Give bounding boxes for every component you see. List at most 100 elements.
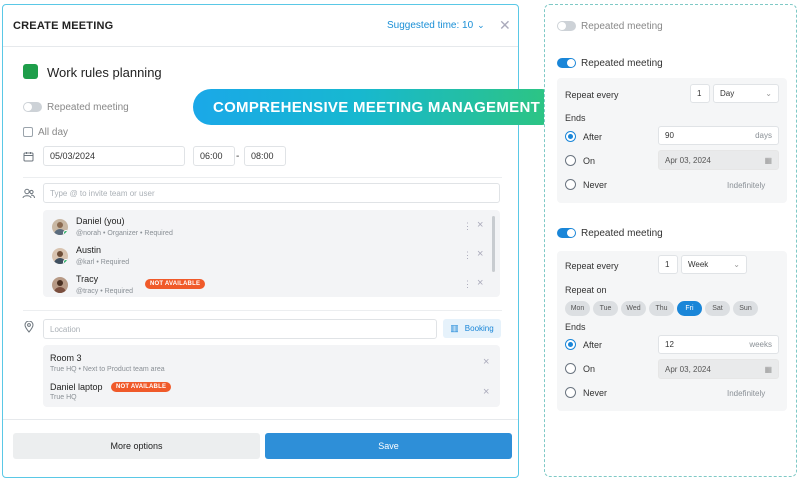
day-toggle-thu[interactable]: Thu: [649, 301, 674, 316]
start-time-field[interactable]: 06:00: [193, 146, 235, 166]
feature-banner: COMPREHENSIVE MEETING MANAGEMENT: [193, 89, 560, 125]
resource-list: Room 3 True HQ • Next to Product team ar…: [43, 345, 500, 407]
on-label: On: [583, 156, 596, 166]
ends-on-radio[interactable]: [565, 155, 576, 166]
more-options-button[interactable]: More options: [13, 433, 260, 459]
resource-name: Room 3: [50, 353, 82, 363]
remove-attendee-icon[interactable]: ×: [477, 248, 483, 260]
all-day-checkbox[interactable]: [23, 127, 33, 137]
repeat-unit-select[interactable]: Day ⌄: [713, 84, 779, 103]
accepted-check-icon: [63, 230, 68, 235]
ends-after-radio[interactable]: [565, 339, 576, 350]
weekly-repeat-card: Repeat every 1 Week ⌄ Repeat on: [557, 251, 787, 411]
attendee-row[interactable]: Tracy NOT AVAILABLE @tracy • Required ⋮ …: [43, 273, 500, 301]
resource-details: True HQ • Next to Product team area: [50, 366, 165, 373]
day-toggle-wed[interactable]: Wed: [621, 301, 646, 316]
attendee-row[interactable]: Austin @karl • Required ⋮ ×: [43, 244, 500, 272]
repeated-meeting-label: Repeated meeting: [47, 102, 129, 113]
time-separator: -: [236, 151, 240, 162]
repeated-meeting-toggle-off[interactable]: [557, 21, 576, 31]
footer-divider: [3, 419, 518, 420]
create-meeting-dialog: CREATE MEETING Suggested time: 10 ⌄ ✕ Wor…: [2, 4, 519, 478]
attendee-name: Austin: [76, 245, 102, 255]
repeated-meeting-toggle[interactable]: [23, 102, 42, 112]
after-count-field[interactable]: 12 weeks: [658, 335, 779, 354]
repeat-unit-select[interactable]: Week ⌄: [681, 255, 747, 274]
day-toggle-sun[interactable]: Sun: [733, 301, 758, 316]
ends-never-radio[interactable]: [565, 387, 576, 398]
meeting-title[interactable]: Work rules planning: [47, 65, 162, 80]
after-label: After: [583, 132, 603, 142]
after-unit: weeks: [749, 340, 772, 349]
chevron-down-icon: ⌄: [765, 89, 772, 98]
ends-after-radio[interactable]: [565, 131, 576, 142]
day-toggle-sat[interactable]: Sat: [705, 301, 730, 316]
avatar: [52, 277, 68, 293]
attendee-details: @tracy • Required: [76, 288, 134, 295]
ends-label: Ends: [565, 113, 586, 123]
never-label: Never: [583, 180, 608, 190]
repeated-meeting-label: Repeated meeting: [581, 21, 663, 32]
booking-label: Booking: [464, 324, 494, 333]
repeated-meeting-label: Repeated meeting: [581, 58, 663, 69]
save-button[interactable]: Save: [265, 433, 512, 459]
calendar-icon: ▦: [764, 364, 772, 374]
attendee-details: @norah • Organizer • Required: [76, 230, 173, 237]
accepted-check-icon: [63, 259, 68, 264]
repeat-count-value: 1: [665, 260, 670, 269]
ends-never-radio[interactable]: [565, 179, 576, 190]
repeated-meeting-label: Repeated meeting: [581, 228, 663, 239]
suggested-time-dropdown[interactable]: Suggested time: 10 ⌄: [387, 20, 485, 31]
remove-resource-icon[interactable]: ×: [483, 356, 489, 368]
after-count-value: 90: [665, 131, 674, 140]
attendee-scrollbar[interactable]: [492, 216, 495, 272]
indefinitely-label: Indefinitely: [727, 181, 766, 190]
day-toggle-tue[interactable]: Tue: [593, 301, 618, 316]
repeated-meeting-toggle-on[interactable]: [557, 58, 576, 68]
not-available-badge: NOT AVAILABLE: [145, 279, 206, 289]
day-toggle-mon[interactable]: Mon: [565, 301, 590, 316]
attendee-row[interactable]: Daniel (you) @norah • Organizer • Requir…: [43, 215, 500, 243]
daily-repeat-card: Repeat every 1 Day ⌄ Ends After 90 days On…: [557, 78, 787, 203]
repeat-count-value: 1: [697, 89, 702, 98]
after-count-value: 12: [665, 340, 674, 349]
more-options-icon[interactable]: ⋮: [463, 250, 472, 261]
location-input[interactable]: Location: [43, 319, 437, 339]
meeting-color-swatch[interactable]: [23, 64, 38, 79]
people-icon: [22, 188, 35, 202]
booking-button[interactable]: ▥ Booking: [443, 319, 501, 338]
invite-input[interactable]: Type @ to invite team or user: [43, 183, 500, 203]
day-toggle-fri[interactable]: Fri: [677, 301, 702, 316]
on-label: On: [583, 364, 596, 374]
avatar: [52, 248, 68, 264]
not-available-badge: NOT AVAILABLE: [111, 382, 172, 392]
attendee-name: Tracy: [76, 274, 99, 284]
ends-label: Ends: [565, 322, 586, 332]
repeat-on-label: Repeat on: [565, 285, 607, 295]
chevron-down-icon: ⌄: [477, 20, 485, 30]
avatar: [52, 219, 68, 235]
repeat-count-field[interactable]: 1: [658, 255, 678, 274]
calendar-icon: ▦: [764, 155, 772, 165]
remove-attendee-icon[interactable]: ×: [477, 277, 483, 289]
repeat-count-field[interactable]: 1: [690, 84, 710, 103]
after-label: After: [583, 340, 603, 350]
after-unit: days: [755, 131, 772, 140]
end-date-value: Apr 03, 2024: [665, 364, 711, 374]
date-field[interactable]: 05/03/2024: [43, 146, 185, 166]
indefinitely-label: Indefinitely: [727, 389, 766, 398]
repeat-every-label: Repeat every: [565, 261, 619, 271]
dialog-header: CREATE MEETING Suggested time: 10 ⌄ ✕: [3, 5, 518, 47]
all-day-label: All day: [38, 127, 69, 138]
suggested-time-label: Suggested time: 10: [387, 20, 474, 31]
ends-on-radio[interactable]: [565, 363, 576, 374]
end-time-field[interactable]: 08:00: [244, 146, 286, 166]
more-options-icon[interactable]: ⋮: [463, 279, 472, 290]
remove-attendee-icon[interactable]: ×: [477, 219, 483, 231]
after-count-field[interactable]: 90 days: [658, 126, 779, 145]
repeated-meeting-toggle-on[interactable]: [557, 228, 576, 238]
remove-resource-icon[interactable]: ×: [483, 386, 489, 398]
chevron-down-icon: ⌄: [733, 260, 740, 269]
more-options-icon[interactable]: ⋮: [463, 221, 472, 232]
close-icon[interactable]: ✕: [499, 17, 511, 34]
